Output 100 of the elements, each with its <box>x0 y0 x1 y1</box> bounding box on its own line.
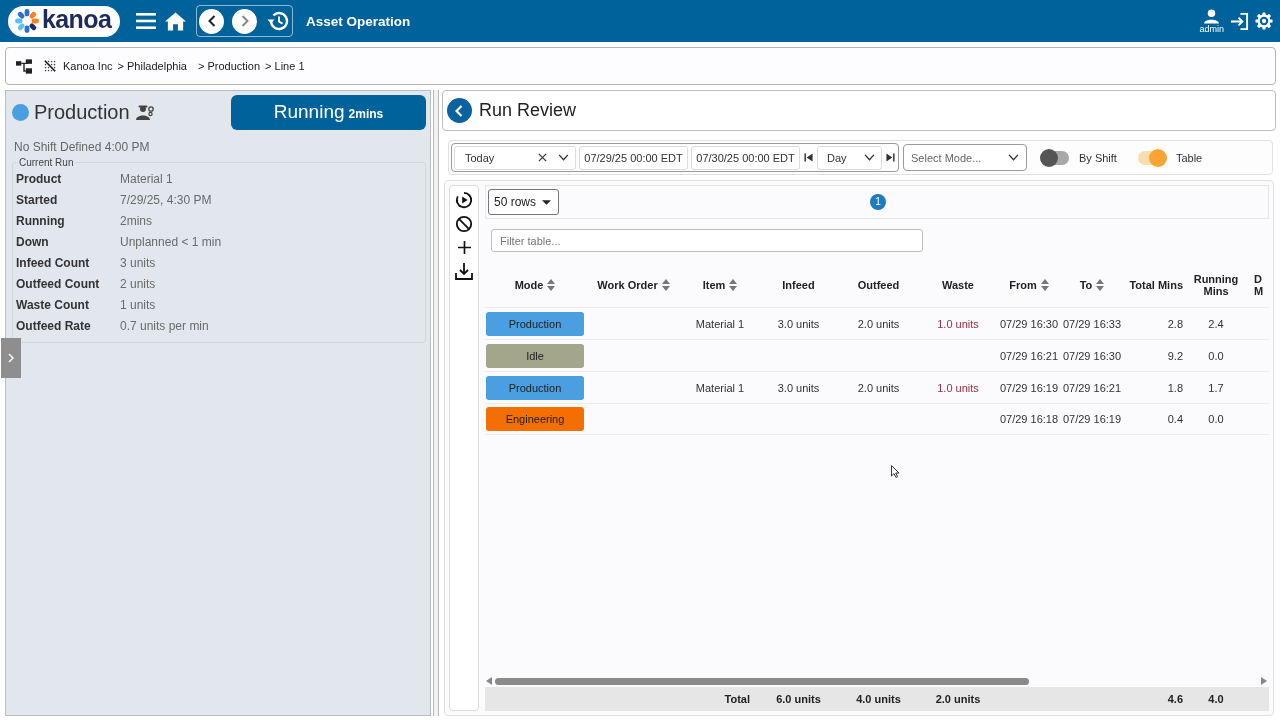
field-value: 3 units <box>120 255 157 270</box>
chevron-down-icon <box>864 154 875 161</box>
field-label: Outfeed Rate <box>16 318 92 333</box>
back-button[interactable] <box>199 8 224 34</box>
mode-tag: Engineering <box>486 407 584 431</box>
logo-icon <box>15 9 39 33</box>
scrollbar-thumb[interactable] <box>495 677 1030 685</box>
column-header: Total Mins <box>1128 279 1184 291</box>
field-label: Down <box>16 234 50 249</box>
sort-icon <box>661 279 670 291</box>
scroll-left-icon[interactable] <box>486 677 492 685</box>
forward-button[interactable] <box>232 8 257 34</box>
shift-info: No Shift Defined 4:00 PM <box>13 140 151 154</box>
menu-icon[interactable] <box>136 13 156 29</box>
field-label: Waste Count <box>16 297 90 312</box>
operator-icon[interactable] <box>135 105 154 120</box>
total-cell: 6.0 units <box>776 693 821 705</box>
total-cell: 2.0 units <box>935 693 981 705</box>
history-icon[interactable] <box>266 9 290 33</box>
skip-first-icon[interactable] <box>804 153 813 162</box>
table-cell: Material 1 <box>695 317 745 330</box>
column-header: D M <box>1253 273 1264 297</box>
table-cell: 0.0 <box>1208 413 1224 425</box>
clear-icon[interactable] <box>538 153 547 162</box>
table-cell: 1.0 units <box>937 381 979 394</box>
state-button[interactable]: Running 2mins <box>231 95 426 130</box>
grid-off-icon[interactable] <box>44 60 56 72</box>
table-cell: 0.4 <box>1167 413 1183 425</box>
hierarchy-icon[interactable] <box>16 58 32 74</box>
mode-tag: Production <box>486 311 584 336</box>
page-button[interactable]: 1 <box>870 194 886 210</box>
period-dropdown[interactable]: Day <box>817 145 882 170</box>
table-cell: 2.0 units <box>857 381 900 394</box>
field-value: 2mins <box>120 213 153 228</box>
column-header[interactable]: From <box>998 279 1060 291</box>
filter-field[interactable]: Filter table... <box>491 229 923 252</box>
mode-tag: Production <box>486 375 584 400</box>
table-cell: 07/29 16:30 <box>1062 349 1122 362</box>
breadcrumb-link[interactable]: > Philadelphia <box>117 60 187 72</box>
skip-last-icon[interactable] <box>886 153 895 162</box>
toggle-switch[interactable] <box>1041 150 1069 165</box>
table-cell: 3.0 units <box>777 317 820 330</box>
toggle-switch[interactable] <box>1137 150 1166 165</box>
sort-icon <box>547 279 556 291</box>
sort-icon <box>1040 279 1049 291</box>
start-date-field[interactable]: 07/29/25 00:00 EDT <box>579 145 688 170</box>
column-header: Infeed <box>781 279 816 291</box>
mode-tag: Idle <box>486 343 584 368</box>
table-cell: Material 1 <box>695 381 745 394</box>
home-icon[interactable] <box>165 11 186 31</box>
back-button[interactable] <box>447 98 472 123</box>
column-header[interactable]: Item <box>682 279 758 291</box>
field-label: Infeed Count <box>16 255 91 270</box>
total-cell: 4.0 <box>1208 693 1224 705</box>
column-header[interactable]: Mode <box>485 279 585 291</box>
total-cell: 4.0 units <box>856 693 901 705</box>
table-cell: 2.4 <box>1208 317 1224 330</box>
field-value: Unplanned < 1 min <box>120 234 223 249</box>
chevron-right-icon <box>8 353 14 363</box>
settings-icon[interactable] <box>1255 12 1273 30</box>
table-cell: 07/29 16:18 <box>999 413 1059 425</box>
logo-text: kanoa <box>42 7 112 32</box>
chevron-left-icon <box>454 104 463 117</box>
user-menu[interactable]: admin <box>1199 8 1224 34</box>
mode-name: Production <box>34 101 130 124</box>
column-header[interactable]: To <box>1060 279 1124 291</box>
page-size-select[interactable]: 50 rows <box>488 189 559 215</box>
plus-icon[interactable] <box>457 241 471 254</box>
ban-icon[interactable] <box>455 215 473 233</box>
mouse-pointer-icon <box>891 465 900 478</box>
login-icon[interactable] <box>1230 11 1249 31</box>
toggle-label: By Shift <box>1079 151 1117 164</box>
review-title: Run Review <box>479 100 577 121</box>
chevron-down-icon <box>558 154 569 161</box>
download-icon[interactable] <box>455 262 473 280</box>
logo[interactable]: kanoa <box>8 5 120 37</box>
field-value: 1 units <box>120 297 157 312</box>
mode-dropdown[interactable]: Select Mode... <box>903 144 1027 171</box>
end-date-field[interactable]: 07/30/25 00:00 EDT <box>691 145 800 170</box>
table-cell: 1.7 <box>1208 381 1224 394</box>
user-icon <box>1204 8 1220 24</box>
scroll-right-icon[interactable] <box>1261 677 1267 685</box>
range-dropdown[interactable]: Today <box>454 145 576 170</box>
table-cell: 3.0 units <box>777 381 820 394</box>
breadcrumb-link[interactable]: > Production <box>197 60 261 72</box>
table-cell: 2.0 units <box>857 317 900 330</box>
field-value: Material 1 <box>120 171 174 186</box>
field-value: 0.7 units per min <box>120 318 210 333</box>
play-circle-icon[interactable] <box>455 191 473 209</box>
column-header: Running Mins <box>1192 273 1240 297</box>
column-header[interactable]: Work Order <box>585 279 682 291</box>
table-cell: 07/29 16:21 <box>999 349 1059 362</box>
totals-label: Total <box>724 693 750 705</box>
table-cell: 07/29 16:21 <box>1062 381 1122 394</box>
breadcrumb-link[interactable]: > Line 1 <box>265 60 305 72</box>
field-label: Started <box>16 192 59 207</box>
page-title: Asset Operation <box>306 13 411 29</box>
breadcrumb-link[interactable]: Kanoa Inc <box>63 60 113 72</box>
chevron-down-icon <box>1008 154 1019 161</box>
table-cell: 2.8 <box>1167 317 1183 330</box>
